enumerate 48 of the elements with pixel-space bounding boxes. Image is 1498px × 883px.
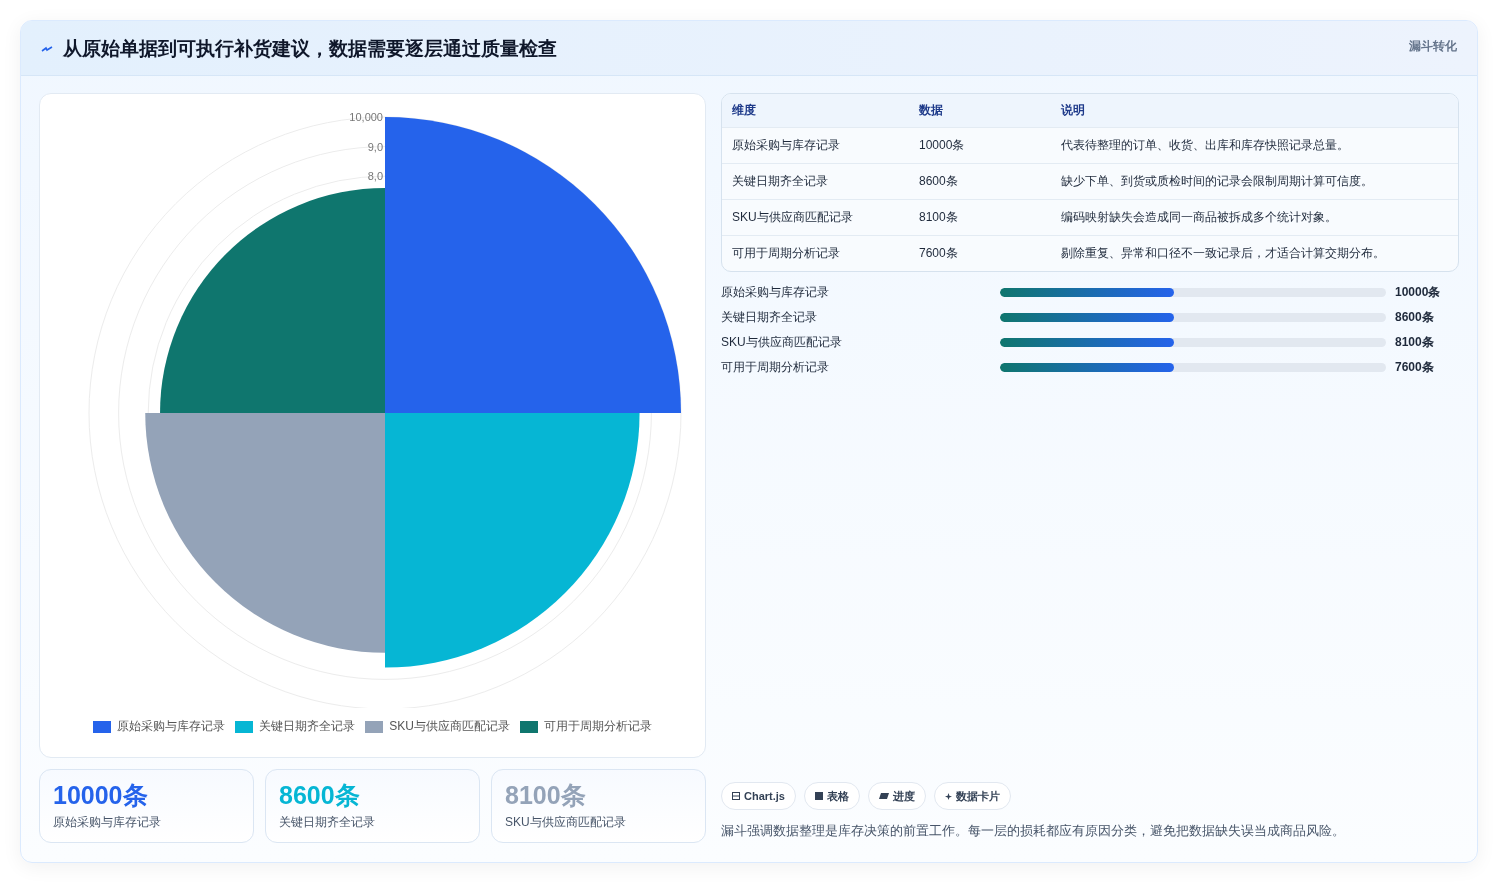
table-cell-text: 原始采购与库存记录 [731, 137, 841, 154]
stat-label: 原始采购与库存记录 [53, 814, 161, 831]
tick-label: 9,0 [367, 140, 383, 153]
tech-pill: Chart.js [721, 782, 796, 810]
tick-label: 8,0 [367, 170, 383, 183]
sparkle-icon [944, 792, 952, 800]
stat-value: 8600条 [279, 780, 360, 810]
legend-label: SKU与供应商匹配记录 [389, 718, 510, 735]
bar-value: 8100条 [1395, 333, 1434, 351]
table-cell-text: 剔除重复、异常和口径不一致记录后，才适合计算交期分布。 [1060, 245, 1386, 262]
bar-label: SKU与供应商匹配记录 [721, 333, 843, 351]
table-cell-text: 8600条 [918, 173, 959, 190]
description-text: 漏斗强调数据整理是库存决策的前置工作。每一层的损耗都应有原因分类，避免把数据缺失误当成商品风险。 [721, 822, 1346, 840]
table-cell-text: 8100条 [918, 209, 959, 226]
tech-pill: 数据卡片 [933, 782, 1011, 810]
bar-label: 原始采购与库存记录 [721, 283, 830, 301]
tech-pill: 进度 [867, 782, 926, 810]
stat-value: 10000条 [53, 780, 148, 810]
bar-icon [878, 793, 889, 799]
column-header: 数据 [918, 102, 944, 119]
bar-label: 关键日期齐全记录 [721, 308, 818, 326]
column-header: 说明 [1060, 102, 1086, 119]
stat-value: 8100条 [505, 780, 586, 810]
column-header: 维度 [731, 102, 757, 119]
chart-type-label: 漏斗转化 [1409, 38, 1457, 55]
stat-label: SKU与供应商匹配记录 [505, 814, 626, 831]
table-cell-text: 10000条 [918, 137, 966, 154]
stat-label: 关键日期齐全记录 [279, 814, 375, 831]
page-title: 从原始单据到可执行补货建议，数据需要逐层通过质量检查 [63, 36, 557, 61]
zigzag-icon [41, 44, 53, 53]
table-cell-text: 缺少下单、到货或质检时间的记录会限制周期计算可信度。 [1060, 173, 1374, 190]
bar-value: 8600条 [1395, 308, 1434, 326]
chart-icon [732, 792, 740, 800]
table-cell-text: 编码映射缺失会造成同一商品被拆成多个统计对象。 [1060, 209, 1338, 226]
table-cell-text: 7600条 [918, 245, 959, 262]
table-cell-text: 关键日期齐全记录 [731, 173, 829, 190]
legend-label: 关键日期齐全记录 [259, 718, 356, 735]
tech-pill: 表格 [803, 782, 860, 810]
bar-label: 可用于周期分析记录 [721, 358, 830, 376]
bar-value: 7600条 [1395, 358, 1434, 376]
legend-label: 原始采购与库存记录 [117, 718, 226, 735]
square-icon [814, 792, 823, 800]
tick-label: 10,000 [348, 111, 383, 123]
legend-label: 可用于周期分析记录 [543, 718, 652, 735]
table-cell-text: 可用于周期分析记录 [731, 245, 841, 262]
bar-value: 10000条 [1395, 283, 1441, 301]
table-cell-text: SKU与供应商匹配记录 [731, 209, 854, 226]
table-cell-text: 代表待整理的订单、收货、出库和库存快照记录总量。 [1060, 137, 1350, 154]
